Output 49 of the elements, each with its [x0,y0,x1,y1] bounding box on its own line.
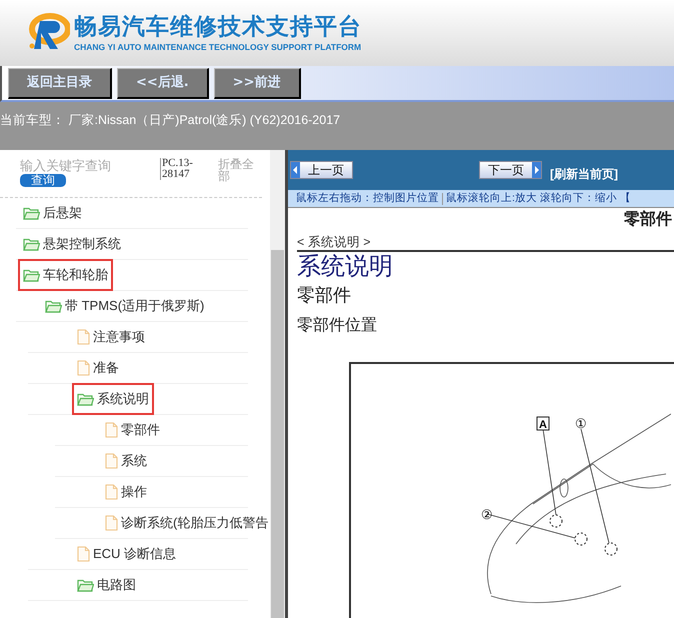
tree-item[interactable]: 零部件 [100,414,165,446]
folder-icon [45,299,62,313]
car-diagram-drawing: A ① ② [351,364,671,614]
search-button[interactable]: 查询 [20,174,66,187]
next-page-button[interactable]: 下一页 [479,161,542,179]
subheading: 零部件 [297,284,352,307]
tree-item[interactable]: 诊断系统(轮胎压力低警告 [100,507,270,539]
tree-item[interactable]: 系统 [100,445,152,477]
folder-icon [77,578,94,592]
site-subtitle: CHANG YI AUTO MAINTENANCE TECHNOLOGY SUPPORT PLATFORM [74,41,362,53]
tree-item[interactable]: 注意事项 [72,321,150,353]
hint-text: 滚轮向下：缩小 [540,190,617,206]
previous-page-button[interactable]: 上一页 [290,161,353,179]
tree-item[interactable]: 电路图 [72,569,141,601]
document-icon [105,422,118,438]
scrollbar[interactable] [270,150,285,618]
folder-icon [23,237,40,251]
tree-item[interactable]: ECU 诊断信息 [72,538,182,570]
folder-icon [77,392,94,406]
scrollbar-thumb[interactable] [271,250,284,618]
tree-item[interactable]: 操作 [100,476,152,508]
section-title: 零部件位置 [297,316,378,336]
document-icon [77,360,90,376]
refresh-page-link[interactable]: [刷新当前页] [550,165,618,183]
hint-text: 【 [620,190,631,206]
nav-button[interactable]: 返回主目录 [8,68,112,98]
breadcrumb: < 系统说明 > [297,232,674,252]
page-title: 零部件 [624,209,673,230]
folder-icon [23,206,40,220]
hint-text: 鼠标左右拖动：控制图片位置 [296,190,439,206]
folder-icon [23,268,40,282]
tree-item[interactable]: 准备 [72,352,124,384]
document-code: PC.13-28147 [160,158,218,180]
tree-item[interactable]: 后悬架 [18,197,87,229]
tree-item[interactable]: 悬架控制系统 [18,228,126,260]
hint-text: 鼠标滚轮向上:放大 [446,190,537,206]
nav-button[interactable]: <<后退. [117,68,209,98]
document-icon [105,515,118,531]
nav-button[interactable]: >>前进 [214,68,301,98]
document-icon [105,453,118,469]
document-icon [77,546,90,562]
tree-item[interactable]: 带 TPMS(适用于俄罗斯) [40,290,210,322]
document-icon [105,484,118,500]
section-heading: 系统说明 [297,252,394,282]
site-title: 畅易汽车维修技术支持平台 [74,13,362,41]
document-icon [77,329,90,345]
tree-item[interactable]: 车轮和轮胎 [18,259,113,291]
vehicle-info: 当前车型： 厂家:Nissan（日产)Patrol(途乐) (Y62)2016-2017 [0,113,340,127]
tree-item[interactable]: 系统说明 [72,383,154,415]
